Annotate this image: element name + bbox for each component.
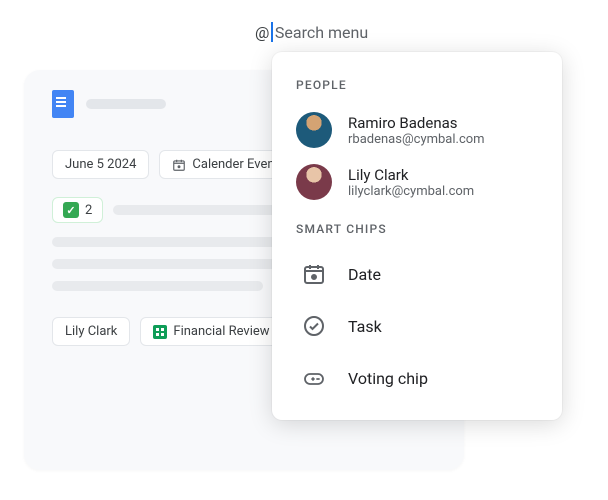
smart-chip-option-voting[interactable]: Voting chip: [272, 352, 562, 404]
chip-label: Financial Review: [173, 324, 269, 339]
chip-option-label: Date: [348, 265, 381, 284]
vote-count: 2: [85, 203, 92, 218]
checkmark-icon: ✓: [63, 202, 79, 218]
smart-chip-option-date[interactable]: Date: [272, 248, 562, 300]
title-placeholder: [86, 99, 166, 109]
sheets-icon: [153, 325, 167, 339]
at-sign: @: [255, 23, 269, 42]
vote-chip[interactable]: ✓ 2: [52, 197, 103, 223]
person-info: Ramiro Badenas rbadenas@cymbal.com: [348, 114, 485, 147]
chip-label: Calender Event: [192, 157, 278, 172]
person-email: lilyclark@cymbal.com: [348, 184, 474, 199]
menu-heading-people: PEOPLE: [272, 72, 562, 104]
date-icon: [296, 256, 332, 292]
google-docs-icon: [52, 90, 74, 118]
calendar-icon: [172, 158, 186, 172]
voting-chip-icon: [296, 360, 332, 396]
person-name: Ramiro Badenas: [348, 114, 485, 132]
chip-option-label: Task: [348, 317, 382, 336]
menu-heading-smart-chips: SMART CHIPS: [272, 208, 562, 248]
task-icon: [296, 308, 332, 344]
text-placeholder: [52, 281, 263, 291]
person-info: Lily Clark lilyclark@cymbal.com: [348, 166, 474, 199]
chip-label: June 5 2024: [65, 157, 136, 172]
person-option-ramiro[interactable]: Ramiro Badenas rbadenas@cymbal.com: [272, 104, 562, 156]
avatar: [296, 164, 332, 200]
person-name: Lily Clark: [348, 166, 474, 184]
chip-label: Lily Clark: [65, 324, 117, 339]
smart-chip-option-task[interactable]: Task: [272, 300, 562, 352]
date-chip[interactable]: June 5 2024: [52, 150, 149, 179]
person-chip[interactable]: Lily Clark: [52, 317, 130, 346]
person-email: rbadenas@cymbal.com: [348, 132, 485, 147]
person-option-lily[interactable]: Lily Clark lilyclark@cymbal.com: [272, 156, 562, 208]
sheet-chip[interactable]: Financial Review: [140, 317, 282, 346]
text-cursor: [271, 22, 273, 42]
search-placeholder: Search menu: [275, 23, 368, 42]
chip-option-label: Voting chip: [348, 369, 428, 388]
at-mention-menu: PEOPLE Ramiro Badenas rbadenas@cymbal.co…: [272, 52, 562, 420]
at-mention-search[interactable]: @ Search menu: [255, 22, 368, 42]
avatar: [296, 112, 332, 148]
